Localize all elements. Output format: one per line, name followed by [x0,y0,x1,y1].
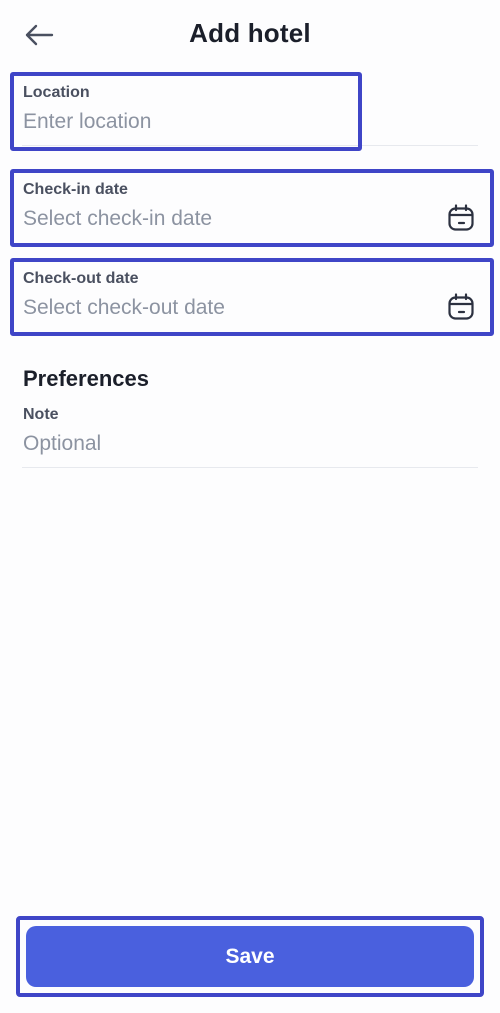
note-label: Note [23,406,59,423]
page-title: Add hotel [189,18,311,48]
save-button[interactable]: Save [26,926,474,987]
location-label: Location [23,84,90,101]
save-highlight: Save [16,916,484,997]
calendar-icon[interactable] [446,292,476,322]
location-underline [22,145,478,146]
check-in-label: Check-in date [23,181,128,198]
check-in-field[interactable]: Check-in date [10,169,494,247]
note-field[interactable]: Note [10,394,494,466]
location-field[interactable]: Location [10,72,360,150]
app-header: Add hotel [0,0,500,70]
note-underline [22,467,478,468]
check-out-label: Check-out date [23,270,139,287]
check-out-input[interactable] [23,294,423,322]
preferences-heading: Preferences [23,366,149,391]
note-input[interactable] [23,430,463,458]
location-input[interactable] [23,108,343,136]
check-in-input[interactable] [23,205,423,233]
check-out-field[interactable]: Check-out date [10,258,494,336]
calendar-icon[interactable] [446,203,476,233]
